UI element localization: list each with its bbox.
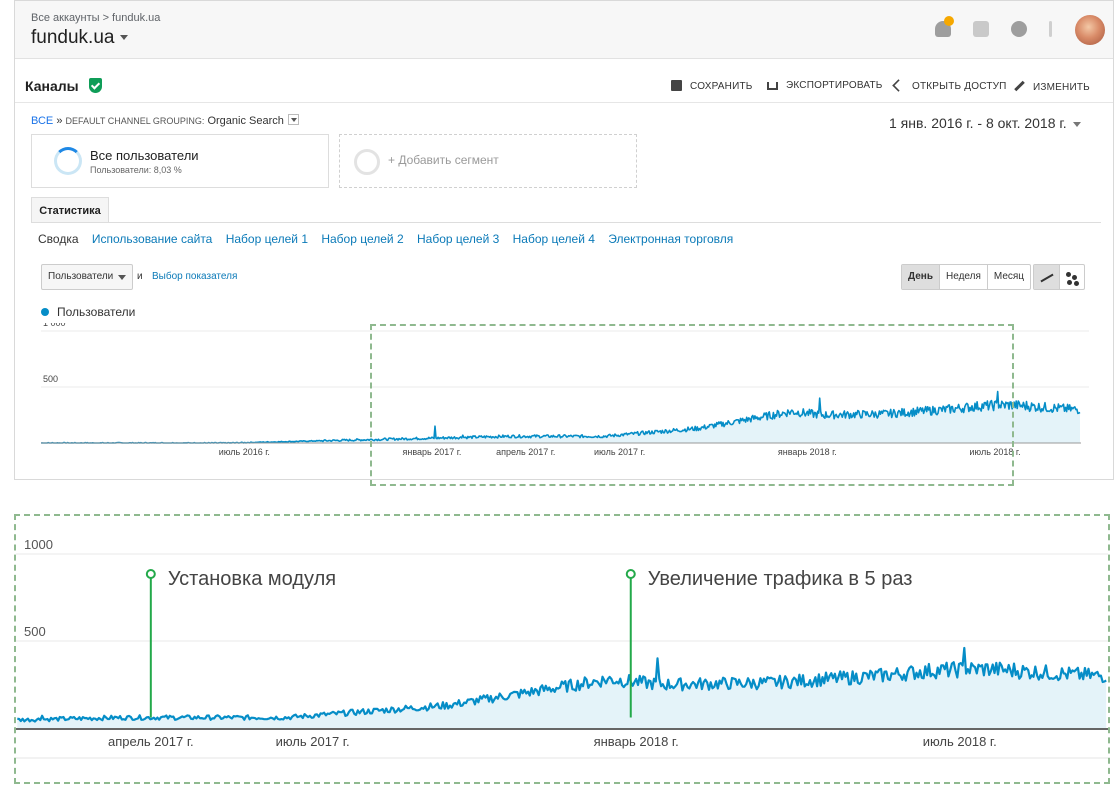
export-label: ЭКСПОРТИРОВАТЬ xyxy=(786,80,883,91)
segment-subtitle: Пользователи: 8,03 % xyxy=(90,165,182,175)
add-segment-label: + Добавить сегмент xyxy=(388,153,499,167)
subtab-site-usage[interactable]: Использование сайта xyxy=(92,232,213,246)
edit-button[interactable]: ИЗМЕНИТЬ xyxy=(1014,80,1090,93)
account-name: funduk.ua xyxy=(31,27,115,48)
subtab-summary[interactable]: Сводка xyxy=(38,232,79,246)
edit-label: ИЗМЕНИТЬ xyxy=(1033,82,1090,93)
x-tick-label: июль 2018 г. xyxy=(923,734,997,749)
save-button[interactable]: СОХРАНИТЬ xyxy=(671,80,753,92)
annotation-traffic-growth-label: Увеличение трафика в 5 раз xyxy=(648,568,913,590)
annotation-traffic-growth-marker xyxy=(625,569,636,579)
zoomed-chart-panel: 1000 500 апрель 2017 г. июль 2017 г. январь … xyxy=(14,514,1110,784)
share-button[interactable]: ОТКРЫТЬ ДОСТУП xyxy=(892,79,1007,92)
date-range-picker[interactable]: 1 янв. 2016 г. - 8 окт. 2018 г. xyxy=(889,115,1081,131)
line-chart-icon[interactable] xyxy=(1034,265,1060,289)
chart-legend: Пользователи xyxy=(41,305,135,319)
report-header: Каналы СОХРАНИТЬ ЭКСПОРТИРОВАТЬ ОТКРЫТЬ … xyxy=(15,61,1113,103)
segment-ring-icon xyxy=(54,147,82,175)
subtab-goals-1[interactable]: Набор целей 1 xyxy=(226,232,308,246)
empty-ring-icon xyxy=(354,149,380,175)
x-tick-label: апрель 2017 г. xyxy=(108,734,194,749)
more-menu-icon[interactable] xyxy=(1049,21,1052,37)
chart-type-toggle xyxy=(1033,264,1085,290)
legend-dot-icon xyxy=(41,308,49,316)
pencil-icon xyxy=(1014,80,1025,92)
report-title: Каналы xyxy=(25,78,79,94)
period-month-button[interactable]: Месяц xyxy=(988,265,1030,289)
subtab-goals-4[interactable]: Набор целей 4 xyxy=(513,232,595,246)
report-subtabs: Сводка Использование сайта Набор целей 1… xyxy=(38,232,743,246)
subtab-goals-2[interactable]: Набор целей 2 xyxy=(321,232,403,246)
avatar[interactable] xyxy=(1075,15,1105,45)
y-tick-label: 1000 xyxy=(24,537,53,552)
y-tick-label: 1 000 xyxy=(43,323,66,328)
subtab-goals-3[interactable]: Набор целей 3 xyxy=(417,232,499,246)
tab-divider xyxy=(31,222,1101,223)
path-group-label: DEFAULT CHANNEL GROUPING: xyxy=(65,116,205,126)
export-button[interactable]: ЭКСПОРТИРОВАТЬ xyxy=(767,80,883,91)
period-day-button[interactable]: День xyxy=(902,265,940,289)
account-selector[interactable]: funduk.ua xyxy=(31,27,129,49)
share-label: ОТКРЫТЬ ДОСТУП xyxy=(912,81,1007,92)
shield-check-icon xyxy=(89,78,102,93)
segment-title: Все пользователи xyxy=(90,148,199,163)
top-bar: Все аккаунты > funduk.ua funduk.ua xyxy=(15,1,1113,59)
share-icon xyxy=(892,79,905,92)
period-toggle: День Неделя Месяц xyxy=(901,264,1032,290)
annotation-install-module-label: Установка модуля xyxy=(168,568,336,590)
path-value: Organic Search xyxy=(207,115,284,127)
x-tick-label: июль 2017 г. xyxy=(276,734,350,749)
add-segment-button[interactable]: + Добавить сегмент xyxy=(339,134,637,188)
save-label: СОХРАНИТЬ xyxy=(690,81,753,92)
y-tick-label: 500 xyxy=(43,374,58,384)
chevron-down-icon xyxy=(1072,121,1081,127)
zoom-highlight-box xyxy=(370,324,1014,486)
account-breadcrumb[interactable]: Все аккаунты > funduk.ua xyxy=(31,12,160,24)
help-icon[interactable] xyxy=(1011,21,1027,37)
metric-dropdown[interactable]: Пользователи xyxy=(41,264,133,290)
notifications-icon[interactable] xyxy=(935,16,954,37)
tab-statistics[interactable]: Статистика xyxy=(31,197,109,223)
path-all-link[interactable]: ВСЕ xyxy=(31,115,53,127)
motion-chart-icon[interactable] xyxy=(1060,265,1085,289)
export-icon xyxy=(767,82,778,90)
y-tick-label: 500 xyxy=(24,624,46,639)
select-metric-link[interactable]: Выбор показателя xyxy=(152,271,237,282)
zoomed-users-chart: 1000 500 апрель 2017 г. июль 2017 г. январь … xyxy=(16,537,1108,759)
legend-label: Пользователи xyxy=(57,305,136,319)
path-separator: » xyxy=(56,115,63,127)
apps-icon[interactable] xyxy=(973,21,989,37)
chevron-down-icon[interactable] xyxy=(287,114,299,125)
users-area-fill xyxy=(17,648,1107,728)
chevron-down-icon xyxy=(120,35,129,41)
x-tick-label: июль 2016 г. xyxy=(219,447,270,457)
date-range-label: 1 янв. 2016 г. - 8 окт. 2018 г. xyxy=(889,115,1067,131)
x-tick-label: январь 2018 г. xyxy=(594,734,679,749)
channel-breadcrumb: ВСЕ » DEFAULT CHANNEL GROUPING: Organic … xyxy=(31,114,299,127)
annotation-install-module-marker xyxy=(145,569,156,579)
period-week-button[interactable]: Неделя xyxy=(940,265,988,289)
metric-and-label: и xyxy=(137,271,143,282)
save-icon xyxy=(671,80,682,91)
subtab-ecommerce[interactable]: Электронная торговля xyxy=(608,232,733,246)
segment-all-users[interactable]: Все пользователи Пользователи: 8,03 % xyxy=(31,134,329,188)
